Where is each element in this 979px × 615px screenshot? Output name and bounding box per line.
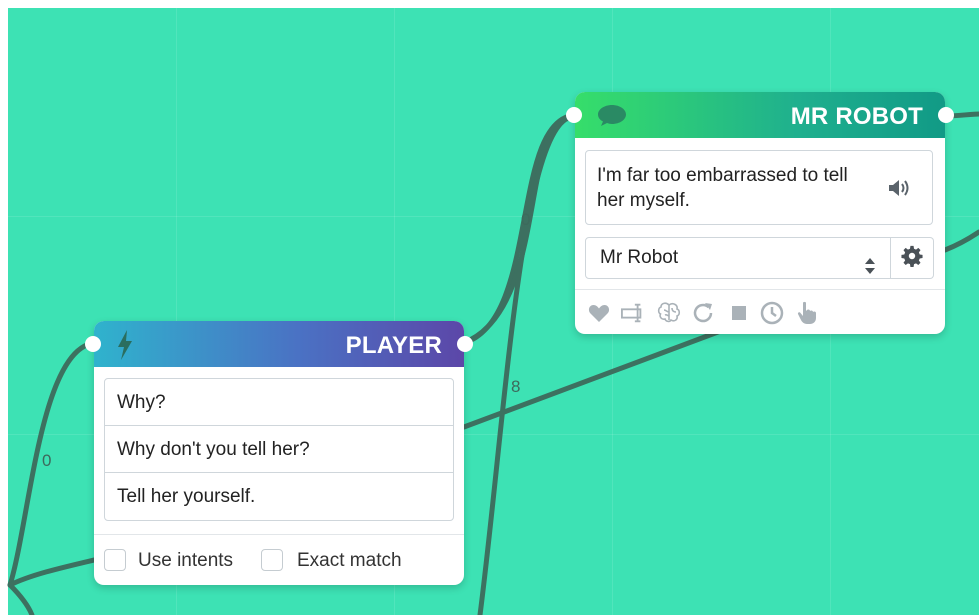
robot-input-port[interactable] <box>566 107 582 123</box>
player-node-header[interactable]: PLAYER <box>85 321 473 367</box>
dialogue-line: I'm far too embarrassed to tell her myse… <box>597 165 848 211</box>
wire-robot-down <box>477 115 571 615</box>
wire-left-bottom-b <box>7 582 35 615</box>
player-input-port[interactable] <box>85 336 101 352</box>
heart-icon[interactable] <box>587 301 611 325</box>
choice-item[interactable]: Why? <box>105 379 453 426</box>
robot-node-title: MR ROBOT <box>790 103 923 130</box>
wire-label: 0 <box>521 210 531 229</box>
select-arrows-icon <box>864 250 876 290</box>
player-choice-list: Why? Why don't you tell her? Tell her yo… <box>104 378 454 521</box>
use-intents-label[interactable]: Use intents <box>138 550 233 572</box>
wire-label: 0 <box>42 451 52 470</box>
robot-node[interactable]: MR ROBOT I'm far too embarrassed to tell… <box>566 92 954 335</box>
player-output-port[interactable] <box>457 336 473 352</box>
refresh-icon[interactable] <box>691 301 715 325</box>
player-options: Use intents Exact match <box>94 534 464 585</box>
text-cursor-icon[interactable] <box>621 301 645 325</box>
stop-icon[interactable] <box>727 301 751 325</box>
robot-output-port[interactable] <box>938 107 954 123</box>
character-select[interactable]: Mr Robot <box>585 237 891 279</box>
node-toolbar <box>575 289 945 335</box>
robot-node-header[interactable]: MR ROBOT <box>566 92 954 138</box>
exact-match-checkbox[interactable] <box>261 549 283 571</box>
character-settings-button[interactable] <box>891 237 934 279</box>
wire-robot-right-lower <box>942 229 979 253</box>
gear-icon <box>901 245 923 272</box>
speech-bubble-icon <box>597 103 627 134</box>
brain-icon[interactable] <box>657 301 681 325</box>
dialogue-text-field[interactable]: I'm far too embarrassed to tell her myse… <box>585 150 933 225</box>
speaker-icon[interactable] <box>888 178 912 205</box>
exact-match-label[interactable]: Exact match <box>297 550 402 572</box>
pointer-hand-icon[interactable] <box>795 301 819 325</box>
choice-item[interactable]: Tell her yourself. <box>105 473 453 520</box>
player-node[interactable]: PLAYER Why? Why don't you tell her? Tell… <box>85 321 473 585</box>
lightning-icon <box>116 330 134 367</box>
wire-left-bottom-a <box>7 557 97 588</box>
character-select-value: Mr Robot <box>600 247 679 268</box>
wire-player-to-robot-a <box>461 112 578 346</box>
use-intents-checkbox[interactable] <box>104 549 126 571</box>
choice-item[interactable]: Why don't you tell her? <box>105 426 453 473</box>
player-node-title: PLAYER <box>345 332 442 359</box>
wire-player-in <box>7 340 97 588</box>
clock-icon[interactable] <box>760 301 784 325</box>
wire-label: 8 <box>511 377 521 396</box>
